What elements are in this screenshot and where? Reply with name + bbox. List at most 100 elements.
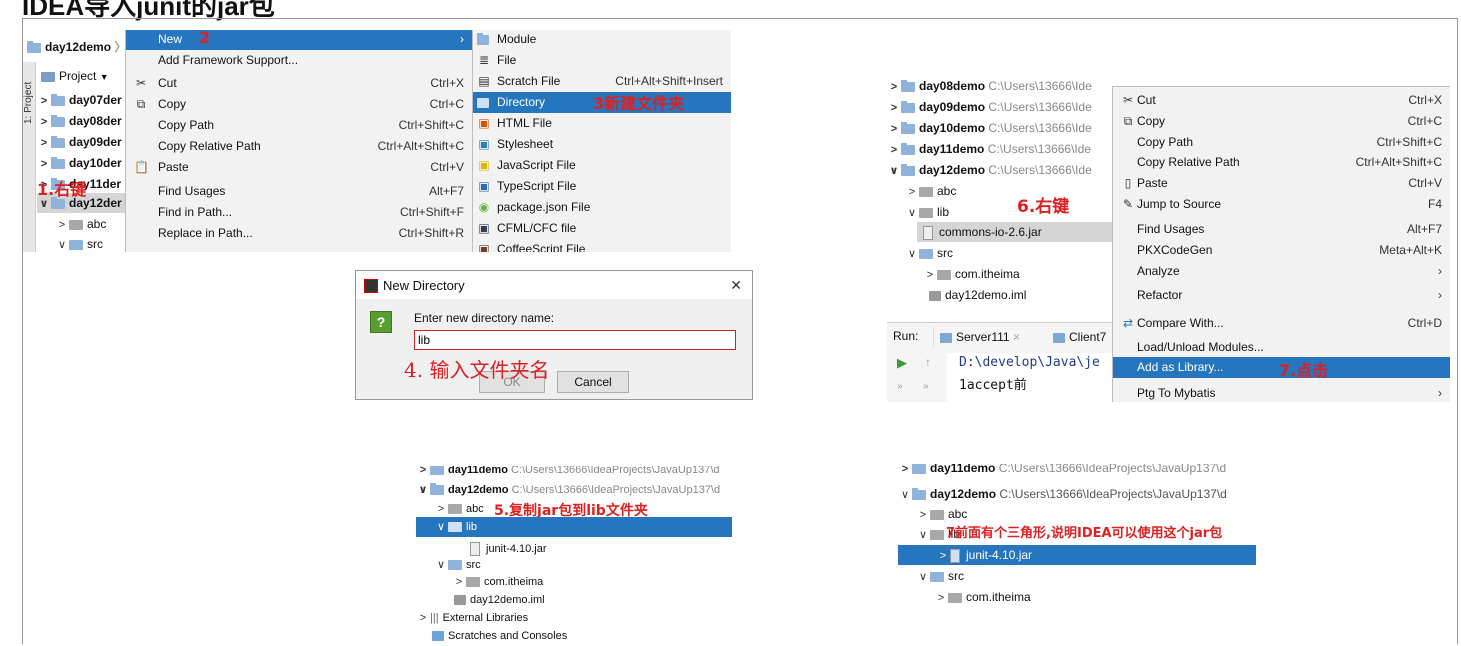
scissors-icon: ✂ xyxy=(1122,93,1134,107)
tree-item-external-libraries[interactable]: > ||| External Libraries xyxy=(416,608,528,628)
submenu-item-javascript[interactable]: ▣ JavaScript File xyxy=(473,155,731,176)
tree-item-src[interactable]: ∨ src xyxy=(55,234,103,252)
tree-item-package[interactable]: > com.itheima xyxy=(923,264,1020,284)
js-icon: ▣ xyxy=(478,158,490,172)
run-tab-server[interactable]: Server111 × xyxy=(933,327,1026,347)
tree-item-day12demo[interactable]: ∨ day12demo C:\Users\13666\IdeaProjects\J… xyxy=(416,480,720,500)
menu-item-replace-in-path[interactable]: Replace in Path... Ctrl+Shift+R xyxy=(126,223,472,244)
idea-logo-icon xyxy=(364,279,378,293)
submenu-item-module[interactable]: Module xyxy=(473,30,731,50)
package-icon: ◉ xyxy=(478,200,490,214)
menu-item-copy[interactable]: ⧉ Copy Ctrl+C xyxy=(1113,111,1450,132)
project-breadcrumb[interactable]: day12demo 〉 xyxy=(27,36,126,58)
menu-item-find-usages[interactable]: Find Usages Alt+F7 xyxy=(126,181,472,202)
annotation-step-7-click: 7.点击 xyxy=(1279,361,1329,380)
tree-item-day08demo[interactable]: > day08demo C:\Users\13666\Ide xyxy=(887,76,1092,96)
jar-icon xyxy=(950,548,960,563)
tree-item-day11demo[interactable]: > day11demo C:\Users\13666\IdeaProjects\J… xyxy=(416,466,720,480)
tree-item-day09demo[interactable]: > day09demo C:\Users\13666\Ide xyxy=(887,97,1092,117)
menu-item-copy-path[interactable]: Copy Path Ctrl+Shift+C xyxy=(126,115,472,136)
panel-new-directory-menu: day12demo 〉 1: Project Project ▼ > day07d… xyxy=(23,30,731,252)
directory-name-input[interactable] xyxy=(414,330,736,350)
project-view-header[interactable]: Project ▼ xyxy=(41,66,131,86)
run-tool-window: Run: Server111 × Client7 ▶ ↑ » » D:\deve… xyxy=(887,322,1117,402)
cancel-button[interactable]: Cancel xyxy=(557,371,629,393)
side-tool-strip[interactable]: 1: Project xyxy=(23,62,36,252)
expand-icon-2[interactable]: » xyxy=(923,381,929,392)
console-line: 1accept前 xyxy=(959,378,1027,393)
tree-item-lib[interactable]: ∨ lib xyxy=(416,517,732,537)
run-play-icon[interactable]: ▶ xyxy=(897,355,907,371)
menu-item-cut[interactable]: ✂ Cut Ctrl+X xyxy=(1113,90,1450,111)
menu-item-paste[interactable]: 📋 Paste Ctrl+V xyxy=(126,157,472,178)
tree-item-day10[interactable]: > day10der xyxy=(37,153,122,173)
submenu-item-html[interactable]: ▣ HTML File xyxy=(473,113,731,134)
new-directory-dialog: New Directory ✕ ? Enter new directory na… xyxy=(355,270,753,400)
submenu-item-cfml[interactable]: ▣ CFML/CFC file xyxy=(473,218,731,239)
tree-item-day09[interactable]: > day09der xyxy=(37,132,122,152)
menu-item-load-unload-modules[interactable]: Load/Unload Modules... xyxy=(1113,337,1450,358)
menu-item-jump-to-source[interactable]: ✎ Jump to Source F4 xyxy=(1113,194,1450,215)
tree-item-day11demo[interactable]: > day11demo C:\Users\13666\IdeaProjects\J… xyxy=(898,464,1226,478)
tree-item-day12demo[interactable]: ∨ day12demo C:\Users\13666\Ide xyxy=(887,160,1092,180)
tree-item-abc[interactable]: > abc xyxy=(434,499,484,519)
menu-item-analyze[interactable]: Analyze › xyxy=(1113,261,1450,282)
run-tab-client[interactable]: Client7 xyxy=(1047,327,1112,347)
tree-item-package[interactable]: > com.itheima xyxy=(934,587,1031,607)
menu-item-find-in-path[interactable]: Find in Path... Ctrl+Shift+F xyxy=(126,202,472,223)
css-icon: ▣ xyxy=(478,137,490,151)
coffee-icon: ▣ xyxy=(478,242,490,252)
menu-item-refactor[interactable]: Refactor › xyxy=(1113,285,1450,306)
tree-item-junit-jar[interactable]: > junit-4.10.jar xyxy=(898,545,1256,565)
copy-icon: ⧉ xyxy=(1123,114,1133,128)
tree-item-scratches[interactable]: Scratches and Consoles xyxy=(432,626,567,646)
tree-item-src[interactable]: ∨ src xyxy=(905,243,953,263)
console-output: D:\develop\Java\je 1accept前 xyxy=(947,353,1117,402)
menu-item-find-usages[interactable]: Find Usages Alt+F7 xyxy=(1113,219,1450,240)
menu-item-ptg-to-mybatis[interactable]: Ptg To Mybatis › xyxy=(1113,383,1450,402)
submenu-item-coffeescript[interactable]: ▣ CoffeeScript File xyxy=(473,239,731,252)
annotation-step-4: 4. 输入文件夹名 xyxy=(404,358,550,382)
menu-item-add-framework[interactable]: Add Framework Support... xyxy=(126,50,472,71)
question-icon: ? xyxy=(370,311,392,333)
side-tab-project[interactable]: 1: Project xyxy=(23,64,34,124)
menu-item-pkxcodegen[interactable]: PKXCodeGen Meta+Alt+K xyxy=(1113,240,1450,261)
chevron-right-icon: › xyxy=(1438,288,1442,302)
panel-add-as-library: > day08demo C:\Users\13666\Ide > day09demo… xyxy=(887,76,1450,402)
scroll-up-icon[interactable]: ↑ xyxy=(925,355,931,369)
submenu-item-file[interactable]: ≣ File xyxy=(473,50,731,71)
menu-item-copy-relative-path[interactable]: Copy Relative Path Ctrl+Alt+Shift+C xyxy=(1113,152,1450,173)
tree-item-abc[interactable]: > abc xyxy=(916,504,968,524)
tree-item-abc[interactable]: > abc xyxy=(55,214,107,234)
expand-icon[interactable]: » xyxy=(897,381,903,392)
menu-item-paste[interactable]: ▯ Paste Ctrl+V xyxy=(1113,173,1450,194)
tree-item-iml[interactable]: day12demo.iml xyxy=(454,590,545,610)
menu-item-copy-relative-path[interactable]: Copy Relative Path Ctrl+Alt+Shift+C xyxy=(126,136,472,157)
close-icon[interactable]: ✕ xyxy=(730,277,742,294)
tree-item-abc[interactable]: > abc xyxy=(905,181,957,201)
tree-item-lib[interactable]: ∨ lib xyxy=(905,202,949,222)
tree-item-iml[interactable]: day12demo.iml xyxy=(929,285,1026,305)
submenu-item-package-json[interactable]: ◉ package.json File xyxy=(473,197,731,218)
html-icon: ▣ xyxy=(478,116,490,130)
tree-item-day11demo[interactable]: > day11demo C:\Users\13666\Ide xyxy=(887,139,1091,159)
file-icon: ≣ xyxy=(478,53,490,67)
menu-item-compare-with[interactable]: ⇄ Compare With... Ctrl+D xyxy=(1113,313,1450,334)
submenu-item-typescript[interactable]: ▣ TypeScript File xyxy=(473,176,731,197)
jar-icon xyxy=(470,542,480,557)
panel-copy-jar: > day11demo C:\Users\13666\IdeaProjects\J… xyxy=(416,466,736,646)
tree-item-junit-jar[interactable]: junit-4.10.jar xyxy=(470,539,547,559)
submenu-item-scratch[interactable]: ▤ Scratch File Ctrl+Alt+Shift+Insert xyxy=(473,71,731,92)
menu-item-copy[interactable]: ⧉ Copy Ctrl+C xyxy=(126,94,472,115)
tree-item-package[interactable]: > com.itheima xyxy=(452,572,544,592)
menu-item-new[interactable]: New › xyxy=(126,30,472,50)
submenu-item-stylesheet[interactable]: ▣ Stylesheet xyxy=(473,134,731,155)
tree-item-day10demo[interactable]: > day10demo C:\Users\13666\Ide xyxy=(887,118,1092,138)
menu-item-cut[interactable]: ✂ Cut Ctrl+X xyxy=(126,73,472,94)
tree-item-src[interactable]: ∨ src xyxy=(916,566,964,586)
tree-item-day08[interactable]: > day08der xyxy=(37,111,122,131)
tree-item-day12demo[interactable]: ∨ day12demo C:\Users\13666\IdeaProjects\J… xyxy=(898,484,1227,504)
menu-item-copy-path[interactable]: Copy Path Ctrl+Shift+C xyxy=(1113,132,1450,153)
tree-item-day07[interactable]: > day07der xyxy=(37,90,122,110)
tree-item-commons-io-jar[interactable]: commons-io-2.6.jar xyxy=(917,222,1119,242)
